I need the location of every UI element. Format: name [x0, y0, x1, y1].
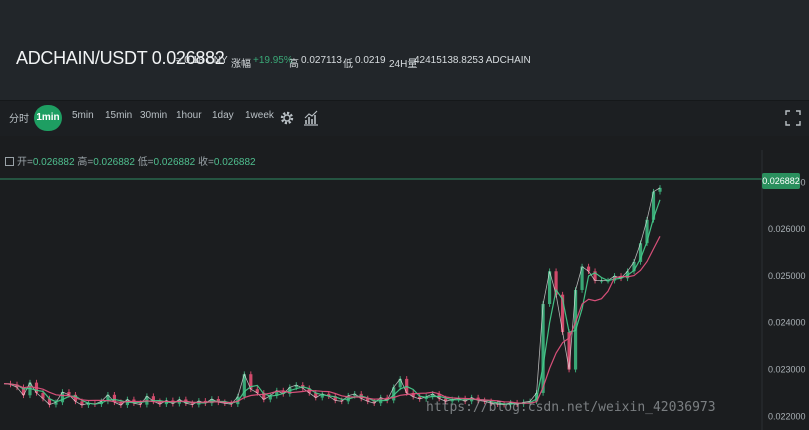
cny-price: ≈ 0.18 CNY: [176, 55, 228, 66]
interval-timeline[interactable]: 分时: [9, 110, 29, 125]
change-value: +19.95%: [253, 55, 293, 66]
high-value: 0.026882: [93, 157, 135, 168]
low-label: 低=: [137, 157, 154, 168]
open-value: 0.026882: [32, 157, 75, 168]
interval-toolbar: 分时 1min 5min 15min 30min 1hour 1day 1wee…: [0, 102, 809, 134]
close-value: 0.026882: [213, 157, 256, 168]
interval-1hour[interactable]: 1hour: [176, 110, 202, 121]
low-value: 0.026882: [153, 157, 196, 168]
high-value: 0.027113: [301, 55, 342, 66]
high-label: 高=: [77, 157, 94, 168]
watermark: https://blog.csdn.net/weixin_42036973: [426, 400, 716, 415]
interval-1week[interactable]: 1week: [245, 110, 274, 121]
square-icon[interactable]: [5, 157, 14, 166]
gear-icon[interactable]: [278, 109, 296, 127]
indicator-icon[interactable]: [302, 109, 320, 127]
interval-30min[interactable]: 30min: [140, 110, 167, 121]
ohlc-readout: 开=0.026882 高=0.026882 低=0.026882 收=0.026…: [5, 153, 256, 168]
volume-value: 42415138.8253 ADCHAIN: [414, 55, 531, 66]
candlestick-chart-area[interactable]: [0, 136, 809, 430]
interval-1min[interactable]: 1min: [34, 105, 62, 131]
high-label: 高: [289, 59, 299, 70]
low-label: 低: [343, 59, 353, 70]
current-price-tag: 0.026882: [762, 173, 800, 189]
change-label: 涨幅: [231, 59, 251, 70]
close-label: 收=: [198, 157, 214, 168]
interval-1day[interactable]: 1day: [212, 110, 234, 121]
open-label: 开=: [17, 157, 33, 168]
interval-5min[interactable]: 5min: [72, 110, 94, 121]
ticker-header: ADCHAIN/USDT 0.026882 ≈ 0.18 CNY 涨幅 +19.…: [0, 0, 809, 101]
fullscreen-icon[interactable]: [784, 109, 802, 127]
interval-15min[interactable]: 15min: [105, 110, 132, 121]
low-value: 0.0219: [355, 55, 386, 66]
